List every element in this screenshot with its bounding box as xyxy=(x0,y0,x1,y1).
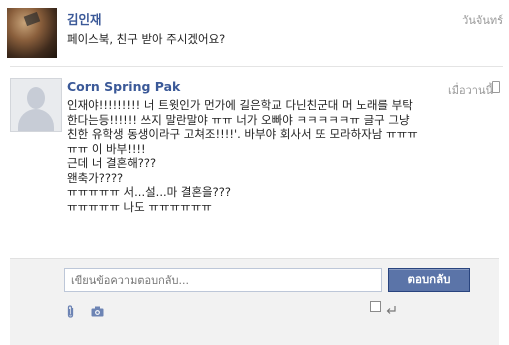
timestamp: เมื่อวานนี้ xyxy=(447,84,493,97)
message-line: ㅠㅠㅠㅠㅠ 서...설...마 결혼을??? xyxy=(67,185,231,199)
silhouette-body xyxy=(18,109,54,131)
author-name[interactable]: 김인재 xyxy=(67,9,102,28)
avatar[interactable] xyxy=(7,8,57,58)
message-line: 페이스북, 친구 받아 주시겠어요? xyxy=(67,32,226,46)
paperclip-icon[interactable] xyxy=(66,305,76,318)
message-line: 왠축가???? xyxy=(67,170,124,185)
mobile-phone-icon xyxy=(492,81,500,93)
reply-tools xyxy=(66,301,114,318)
reply-panel: ตอบกลับ xyxy=(10,258,499,345)
timestamp: วันจันทร์ xyxy=(462,14,503,27)
author-name[interactable]: Corn Spring Pak xyxy=(67,79,180,94)
message-text: 인재야!!!!!!!!! 너 트윗인가 먼가에 길은학교 다닌친군대 머 노래를… xyxy=(67,98,419,214)
enter-key-icon xyxy=(385,301,397,320)
silhouette-head xyxy=(27,87,45,109)
enter-to-send-checkbox[interactable] xyxy=(370,301,381,312)
avatar[interactable] xyxy=(10,78,62,132)
message-text: 페이스북, 친구 받아 주시겠어요? xyxy=(67,32,487,47)
divider xyxy=(10,66,503,67)
reply-input[interactable] xyxy=(64,268,382,292)
message-line: 인재야!!!!!!!!! 너 트윗인가 먼가에 길은학교 다닌친군대 머 노래를… xyxy=(67,98,418,156)
message-1: 김인재 วันจันทร์ 페이스북, 친구 받아 주시겠어요? xyxy=(0,0,509,66)
message-line: ㅠㅠㅠㅠㅠ 나도 ㅠㅠㅠㅠㅠㅠ xyxy=(67,199,212,214)
camera-icon[interactable] xyxy=(91,306,104,317)
reply-button[interactable]: ตอบกลับ xyxy=(388,268,470,292)
message-line: 근데 너 결혼해??? xyxy=(67,156,157,170)
